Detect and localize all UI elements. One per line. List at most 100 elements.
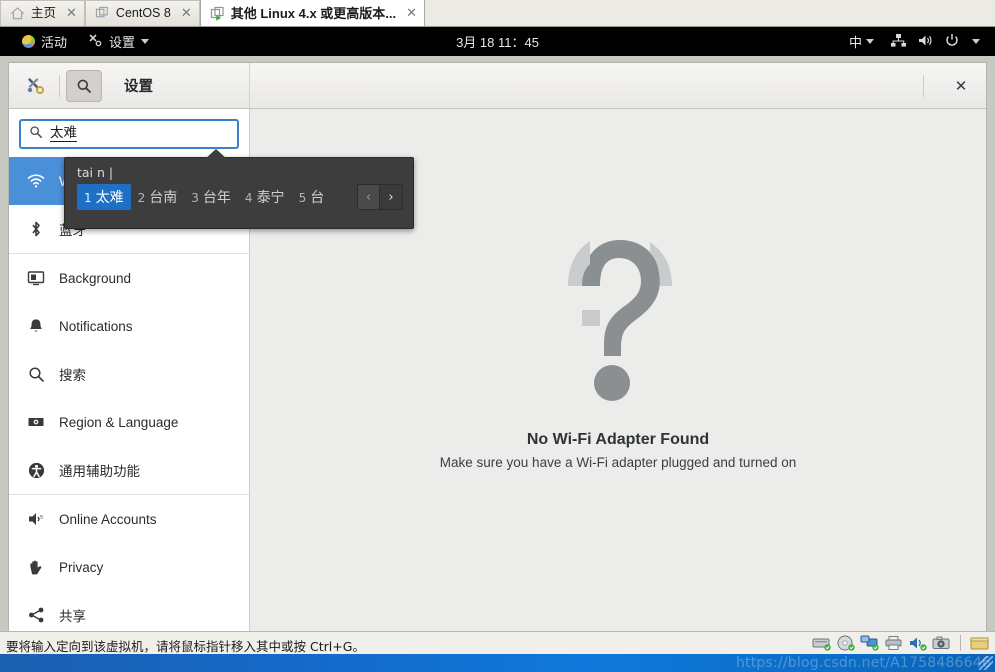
cd-dvd-icon[interactable] — [836, 635, 856, 652]
home-icon — [10, 6, 25, 21]
ime-candidate-text: 台 — [310, 190, 325, 206]
ime-candidate-3[interactable]: 3 台年 — [184, 184, 238, 210]
tab-close-icon[interactable]: ✕ — [66, 7, 77, 20]
ime-indicator-button[interactable]: 中 — [842, 27, 881, 56]
sidebar-item-background[interactable]: Background — [9, 254, 249, 302]
settings-tools-icon — [87, 32, 103, 51]
ime-candidate-5[interactable]: 5 台 — [292, 184, 332, 210]
ime-candidate-index: 3 — [191, 191, 199, 205]
sidebar-item-region-language[interactable]: Region & Language — [9, 398, 249, 446]
app-menu-button[interactable]: 设置 — [77, 27, 159, 56]
ime-page-nav: ‹ › — [357, 184, 403, 210]
sidebar-item-online-accounts[interactable]: s Online Accounts — [9, 495, 249, 543]
tab-centos-8[interactable]: CentOS 8 ✕ — [84, 0, 200, 26]
system-status-area[interactable] — [883, 27, 987, 56]
resize-grip[interactable] — [979, 656, 993, 670]
bluetooth-icon — [27, 220, 45, 238]
sidebar-item-label: Region & Language — [59, 414, 179, 430]
ime-candidate-text: 台年 — [202, 190, 231, 206]
network-wired-icon — [890, 33, 907, 51]
ime-candidate-index: 4 — [244, 191, 253, 205]
tab-close-icon[interactable]: ✕ — [406, 7, 417, 20]
status-message: 要将输入定向到该虚拟机，请将鼠标指针移入其中或按 Ctrl+G。 — [6, 638, 365, 654]
ime-candidate-popup: tai n | 1 太难 2 台南 3 台年 4 泰宁 5 台 ‹ › — [64, 149, 414, 229]
sound-card-icon[interactable] — [908, 635, 928, 652]
ime-candidate-index: 1 — [84, 191, 92, 205]
sidebar-item-notifications[interactable]: Notifications — [9, 302, 249, 350]
tab-close-icon[interactable]: ✕ — [181, 7, 192, 20]
region-language-icon — [27, 413, 45, 431]
search-toggle-icon[interactable] — [66, 69, 102, 102]
ime-candidate-4[interactable]: 4 泰宁 — [238, 184, 292, 210]
ime-candidate-2[interactable]: 2 台南 — [131, 184, 185, 210]
tab-label: 其他 Linux 4.x 或更高版本... — [230, 5, 397, 21]
printer-icon[interactable] — [884, 635, 904, 652]
activities-icon — [22, 35, 35, 48]
sidebar-item-sharing[interactable]: 共享 — [9, 591, 249, 631]
search-icon — [29, 125, 43, 144]
ime-candidate-index: 5 — [298, 191, 307, 205]
network-adapter-icon[interactable] — [860, 635, 880, 652]
sidebar-item-accessibility[interactable]: 通用辅助功能 — [9, 446, 249, 494]
sharing-icon — [27, 606, 45, 624]
gnome-top-bar: 活动 设置 3月 18 11：45 中 — [0, 27, 995, 56]
empty-state-title: No Wi-Fi Adapter Found — [526, 431, 710, 448]
tab-other-linux[interactable]: 其他 Linux 4.x 或更高版本... ✕ — [199, 0, 426, 26]
ime-preedit-text: tai n | — [77, 165, 114, 180]
vm-icon — [95, 6, 110, 21]
tab-label: 主页 — [31, 6, 57, 21]
ime-candidate-index: 2 — [137, 191, 146, 205]
power-icon — [944, 33, 960, 51]
vmware-status-bar: 要将输入定向到该虚拟机，请将鼠标指针移入其中或按 Ctrl+G。 https:/… — [0, 631, 995, 672]
header-separator — [59, 74, 60, 97]
activities-label: 活动 — [41, 35, 68, 50]
tray-separator — [960, 635, 961, 651]
settings-tools-icon — [19, 71, 53, 101]
sidebar-item-label: 共享 — [59, 609, 86, 624]
close-icon[interactable]: ✕ — [948, 73, 974, 99]
wifi-icon — [27, 172, 45, 190]
privacy-hand-icon — [27, 558, 45, 576]
bell-icon — [27, 317, 45, 335]
vm-running-icon — [210, 6, 225, 21]
online-accounts-icon: s — [27, 510, 45, 528]
ime-candidate-text: 太难 — [95, 190, 124, 206]
app-menu-label: 设置 — [109, 35, 136, 50]
activities-button[interactable]: 活动 — [12, 27, 77, 56]
tab-home[interactable]: 主页 ✕ — [0, 0, 85, 26]
search-icon — [27, 365, 45, 383]
sidebar-item-label: Notifications — [59, 318, 133, 334]
tab-label: CentOS 8 — [115, 6, 171, 21]
ime-next-page-button[interactable]: › — [380, 184, 403, 210]
usb-folder-icon[interactable] — [969, 635, 989, 652]
ime-candidate-row: 1 太难 2 台南 3 台年 4 泰宁 5 台 ‹ › — [77, 183, 403, 211]
ime-popup-tail — [205, 149, 227, 159]
vm-device-tray — [812, 632, 989, 654]
sidebar-item-privacy[interactable]: Privacy — [9, 543, 249, 591]
ime-candidate-1[interactable]: 1 太难 — [77, 184, 131, 210]
sidebar-item-label: 通用辅助功能 — [59, 464, 140, 479]
empty-state-subtitle: Make sure you have a Wi-Fi adapter plugg… — [439, 455, 797, 470]
ime-candidate-text: 台南 — [149, 190, 178, 206]
page-title: 设置 — [124, 79, 153, 95]
search-input[interactable]: 太难 — [19, 119, 239, 149]
chevron-down-icon — [141, 39, 150, 44]
sidebar-item-label: Online Accounts — [59, 511, 157, 527]
status-message-bar: 要将输入定向到该虚拟机，请将鼠标指针移入其中或按 Ctrl+G。 — [0, 632, 995, 654]
ime-prev-page-button[interactable]: ‹ — [357, 184, 380, 210]
ime-indicator-label: 中 — [848, 35, 862, 50]
header-separator — [923, 74, 924, 97]
sidebar-item-label: Background — [59, 270, 132, 286]
chevron-down-icon — [972, 39, 980, 44]
hard-disk-icon[interactable] — [812, 635, 832, 652]
sidebar-item-search[interactable]: 搜索 — [9, 350, 249, 398]
accessibility-icon — [27, 461, 45, 479]
chevron-down-icon — [866, 39, 874, 44]
settings-header-bar: 设置 ✕ — [9, 63, 986, 109]
vmware-tab-bar: 主页 ✕ CentOS 8 ✕ 其他 Linux 4.x 或更高版本... ✕ — [0, 0, 995, 27]
camera-icon[interactable] — [932, 635, 952, 652]
svg-text:s: s — [40, 515, 43, 521]
vmware-workstation-window: 主页 ✕ CentOS 8 ✕ 其他 Linux 4.x 或更高版本... ✕ … — [0, 0, 995, 672]
sidebar-item-label: Privacy — [59, 559, 104, 575]
watermark: https://blog.csdn.net/A1758486646 — [735, 655, 991, 671]
